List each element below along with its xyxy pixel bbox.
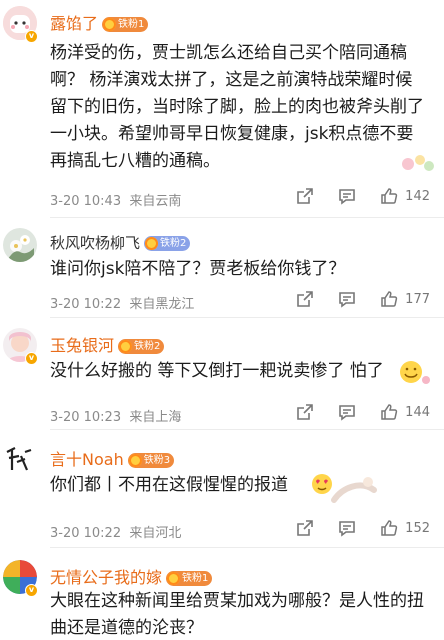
username[interactable]: 露馅了 铁粉1 — [50, 10, 149, 34]
thumbs-up-icon — [379, 402, 399, 422]
comment-text: 大眼在这种新闻里给贾某加戏为哪般？是人性的扭曲还是道德的沦丧？ — [50, 591, 424, 638]
comment-actions: 152 — [281, 518, 430, 538]
fan-level-badge: 铁粉1 — [102, 17, 149, 32]
username-text[interactable]: 言十Noah — [50, 450, 124, 469]
share-button[interactable] — [295, 518, 315, 538]
comment-text: 没什么好搬的 等下又倒打一耙说卖惨了 怕了 — [50, 361, 384, 381]
verified-badge-icon: v — [25, 584, 38, 597]
comment-text: 谁问你jsk陪不陪了？贾老板给你钱了？ — [50, 259, 346, 279]
like-button[interactable]: 177 — [379, 289, 430, 309]
comment-location: 来自黑龙江 — [129, 297, 195, 312]
reply-button[interactable] — [337, 518, 357, 538]
comment-item: v 无情公子我的嫁 铁粉1 大眼在这种新闻里给贾某加戏为哪般？是人性的扭曲还是道德… — [0, 548, 444, 640]
sticker-icon — [330, 470, 380, 510]
username-text[interactable]: 秋风吹杨柳飞 — [50, 234, 140, 252]
fan-level-badge: 铁粉3 — [127, 453, 175, 468]
username-text[interactable]: 露馅了 — [50, 14, 98, 33]
verified-badge-icon: v — [25, 30, 38, 43]
smiley-emoji-icon — [398, 358, 432, 392]
username[interactable]: 秋风吹杨柳飞 铁粉2 — [50, 232, 191, 253]
comment-actions: 177 — [281, 289, 430, 309]
comment-meta: 3-20 10:43 来自云南 — [50, 190, 181, 209]
comment-meta: 3-20 10:23 来自上海 — [50, 406, 181, 425]
like-count: 177 — [405, 291, 430, 307]
share-icon — [295, 402, 315, 422]
comment-item: 言十Noah 铁粉3 你们都丨不用在这假惺惺的报道 3-20 10:22 来自河北… — [0, 430, 444, 548]
comment-meta: 3-20 10:22 来自河北 — [50, 522, 181, 541]
verified-badge-icon: v — [25, 352, 38, 365]
username-text[interactable]: 无情公子我的嫁 — [50, 568, 162, 587]
comment-actions: 144 — [281, 402, 430, 422]
fan-level-badge: 铁粉1 — [166, 571, 213, 586]
thumbs-up-icon — [379, 289, 399, 309]
comment-item: v 玉兔银河 铁粉2 没什么好搬的 等下又倒打一耙说卖惨了 怕了 3-20 10:… — [0, 318, 444, 430]
like-count: 144 — [405, 404, 430, 420]
comment-location: 来自云南 — [129, 194, 182, 209]
comment-time: 3-20 10:22 — [50, 526, 122, 541]
fan-level-badge: 铁粉2 — [144, 236, 191, 251]
username[interactable]: 玉兔银河 铁粉2 — [50, 332, 165, 356]
comment-location: 来自河北 — [129, 526, 182, 541]
thumbs-up-icon — [379, 186, 399, 206]
share-button[interactable] — [295, 402, 315, 422]
share-button[interactable] — [295, 289, 315, 309]
share-icon — [295, 186, 315, 206]
comment-icon — [337, 289, 357, 309]
share-icon — [295, 518, 315, 538]
comment-text: 杨洋受的伤，贾士凯怎么还给自己买个陪同通稿啊？ 杨洋演戏太拼了，这是之前演特战荣… — [50, 43, 424, 171]
comment-meta: 3-20 10:22 来自黑龙江 — [50, 293, 194, 312]
comment-item: v 露馅了 铁粉1 杨洋受的伤，贾士凯怎么还给自己买个陪同通稿啊？ 杨洋演戏太拼了… — [0, 0, 444, 218]
share-button[interactable] — [295, 186, 315, 206]
share-icon — [295, 289, 315, 309]
like-button[interactable]: 152 — [379, 518, 430, 538]
fan-level-badge: 铁粉2 — [118, 339, 165, 354]
like-button[interactable]: 144 — [379, 402, 430, 422]
username[interactable]: 无情公子我的嫁 铁粉1 — [50, 564, 213, 588]
like-count: 152 — [405, 520, 430, 536]
comment-icon — [337, 402, 357, 422]
like-count: 142 — [405, 188, 430, 204]
comment-text: 你们都丨不用在这假惺惺的报道 — [50, 475, 288, 495]
reply-button[interactable] — [337, 402, 357, 422]
comment-icon — [337, 518, 357, 538]
comment-actions: 142 — [281, 186, 430, 206]
avatar[interactable] — [3, 442, 37, 476]
username-text[interactable]: 玉兔银河 — [50, 336, 114, 355]
flower-sticker-icon — [398, 150, 438, 180]
reply-button[interactable] — [337, 186, 357, 206]
username[interactable]: 言十Noah 铁粉3 — [50, 446, 175, 470]
comment-item: 秋风吹杨柳飞 铁粉2 谁问你jsk陪不陪了？贾老板给你钱了？ 3-20 10:22… — [0, 218, 444, 318]
avatar[interactable] — [3, 228, 37, 262]
comment-feed: v 露馅了 铁粉1 杨洋受的伤，贾士凯怎么还给自己买个陪同通稿啊？ 杨洋演戏太拼了… — [0, 0, 444, 640]
comment-time: 3-20 10:22 — [50, 297, 122, 312]
like-button[interactable]: 142 — [379, 186, 430, 206]
comment-location: 来自上海 — [129, 410, 182, 425]
comment-time: 3-20 10:43 — [50, 194, 122, 209]
thumbs-up-icon — [379, 518, 399, 538]
comment-icon — [337, 186, 357, 206]
reply-button[interactable] — [337, 289, 357, 309]
comment-time: 3-20 10:23 — [50, 410, 122, 425]
